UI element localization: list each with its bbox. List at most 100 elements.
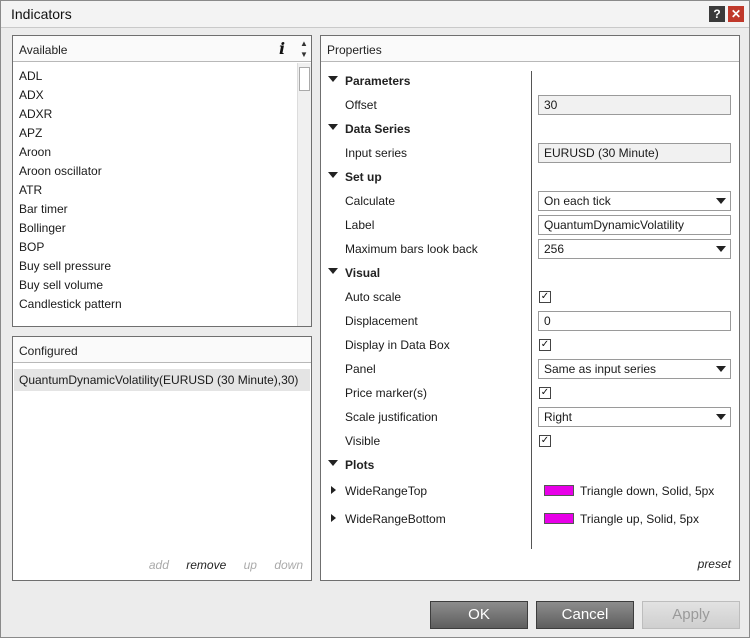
title-bar: Indicators ? ✕ [1, 1, 749, 28]
property-label: Price marker(s) [345, 386, 428, 400]
category-plots[interactable]: Plots [321, 453, 739, 477]
list-item[interactable]: ATR [13, 181, 297, 200]
property-auto-scale: Auto scale ✓ [321, 285, 739, 309]
collapse-icon[interactable] [328, 76, 338, 82]
plot-style: Triangle down, Solid, 5px [580, 484, 715, 498]
calculate-select[interactable]: On each tick [538, 191, 731, 211]
category-label: Visual [345, 266, 381, 280]
label-field[interactable]: QuantumDynamicVolatility [538, 215, 731, 235]
list-item[interactable]: Bar timer [13, 200, 297, 219]
close-icon[interactable]: ✕ [728, 6, 744, 22]
list-item[interactable]: ADX [13, 86, 297, 105]
offset-field[interactable]: 30 [538, 95, 731, 115]
list-item[interactable]: ADL [13, 67, 297, 86]
list-item[interactable]: Buy sell volume [13, 276, 297, 295]
property-label-row: Label QuantumDynamicVolatility [321, 213, 739, 237]
category-label: Set up [345, 170, 382, 184]
plot-color-swatch[interactable] [544, 485, 574, 496]
chevron-down-icon[interactable] [716, 366, 726, 372]
collapse-icon[interactable] [328, 124, 338, 130]
add-button[interactable]: add [149, 558, 169, 572]
property-label: Maximum bars look back [345, 242, 478, 256]
property-calculate: Calculate On each tick [321, 189, 739, 213]
plot-row[interactable]: WideRangeTop Triangle down, Solid, 5px [321, 479, 739, 503]
property-offset: Offset 30 [321, 93, 739, 117]
configured-item[interactable]: QuantumDynamicVolatility(EURUSD (30 Minu… [14, 369, 310, 391]
plot-name: WideRangeTop [345, 484, 428, 498]
category-setup[interactable]: Set up [321, 165, 739, 189]
property-scale-justification: Scale justification Right [321, 405, 739, 429]
category-label: Parameters [345, 74, 411, 88]
collapse-icon[interactable] [328, 172, 338, 178]
info-icon[interactable]: i [279, 39, 285, 58]
property-price-marker: Price marker(s) ✓ [321, 381, 739, 405]
collapse-icon[interactable] [328, 268, 338, 274]
list-item[interactable]: Bollinger [13, 219, 297, 238]
plot-row[interactable]: WideRangeBottom Triangle up, Solid, 5px [321, 507, 739, 531]
help-icon[interactable]: ? [709, 6, 725, 22]
property-displacement: Displacement 0 [321, 309, 739, 333]
auto-scale-checkbox[interactable]: ✓ [539, 291, 551, 303]
expand-icon[interactable] [331, 486, 336, 494]
sort-arrows[interactable]: ▲ ▼ [297, 38, 311, 60]
select-value: Right [544, 410, 573, 424]
expand-icon[interactable] [331, 514, 336, 522]
category-data-series[interactable]: Data Series [321, 117, 739, 141]
select-value: Same as input series [544, 362, 657, 376]
properties-panel: Properties Parameters Offset 30 Data Ser… [320, 35, 740, 581]
collapse-icon[interactable] [328, 460, 338, 466]
available-panel: Available i ▲ ▼ ADL ADX ADXR APZ Aroon A… [12, 35, 312, 327]
category-label: Plots [345, 458, 375, 472]
panel-select[interactable]: Same as input series [538, 359, 731, 379]
property-label: Offset [345, 98, 377, 112]
ok-button[interactable]: OK [430, 601, 528, 629]
plot-name: WideRangeBottom [345, 512, 446, 526]
list-item[interactable]: APZ [13, 124, 297, 143]
list-item[interactable]: Buy sell pressure [13, 257, 297, 276]
property-panel: Panel Same as input series [321, 357, 739, 381]
displacement-field[interactable]: 0 [538, 311, 731, 331]
preset-link[interactable]: preset [698, 557, 731, 571]
list-item[interactable]: Aroon [13, 143, 297, 162]
property-label: Input series [345, 146, 408, 160]
indicators-dialog: Indicators ? ✕ Available i ▲ ▼ ADL ADX A… [0, 0, 750, 638]
scale-justification-select[interactable]: Right [538, 407, 731, 427]
property-label: Panel [345, 362, 376, 376]
display-data-box-checkbox[interactable]: ✓ [539, 339, 551, 351]
configured-panel: Configured QuantumDynamicVolatility(EURU… [12, 336, 312, 581]
available-title: Available [19, 43, 68, 57]
chevron-down-icon[interactable] [716, 198, 726, 204]
property-visible: Visible ✓ [321, 429, 739, 453]
list-item[interactable]: BOP [13, 238, 297, 257]
list-item[interactable]: Aroon oscillator [13, 162, 297, 181]
available-scrollbar[interactable] [297, 63, 311, 326]
plot-style: Triangle up, Solid, 5px [580, 512, 699, 526]
arrow-down-icon[interactable]: ▼ [297, 49, 311, 60]
down-button[interactable]: down [274, 558, 303, 572]
property-label: Scale justification [345, 410, 438, 424]
chevron-down-icon[interactable] [716, 246, 726, 252]
category-parameters[interactable]: Parameters [321, 69, 739, 93]
apply-button[interactable]: Apply [642, 601, 740, 629]
arrow-up-icon[interactable]: ▲ [297, 38, 311, 49]
max-bars-select[interactable]: 256 [538, 239, 731, 259]
plot-color-swatch[interactable] [544, 513, 574, 524]
scrollbar-thumb[interactable] [299, 67, 310, 91]
property-input-series: Input series EURUSD (30 Minute) [321, 141, 739, 165]
input-series-field[interactable]: EURUSD (30 Minute) [538, 143, 731, 163]
properties-title: Properties [327, 43, 382, 57]
list-item[interactable]: Candlestick pattern [13, 295, 297, 314]
list-item[interactable]: ADXR [13, 105, 297, 124]
configured-actions: add remove up down [13, 558, 303, 572]
property-display-data-box: Display in Data Box ✓ [321, 333, 739, 357]
remove-button[interactable]: remove [186, 558, 226, 572]
configured-header: Configured [13, 337, 311, 363]
visible-checkbox[interactable]: ✓ [539, 435, 551, 447]
chevron-down-icon[interactable] [716, 414, 726, 420]
available-list: ADL ADX ADXR APZ Aroon Aroon oscillator … [13, 67, 297, 325]
price-marker-checkbox[interactable]: ✓ [539, 387, 551, 399]
property-label: Visible [345, 434, 381, 448]
up-button[interactable]: up [244, 558, 257, 572]
cancel-button[interactable]: Cancel [536, 601, 634, 629]
category-visual[interactable]: Visual [321, 261, 739, 285]
